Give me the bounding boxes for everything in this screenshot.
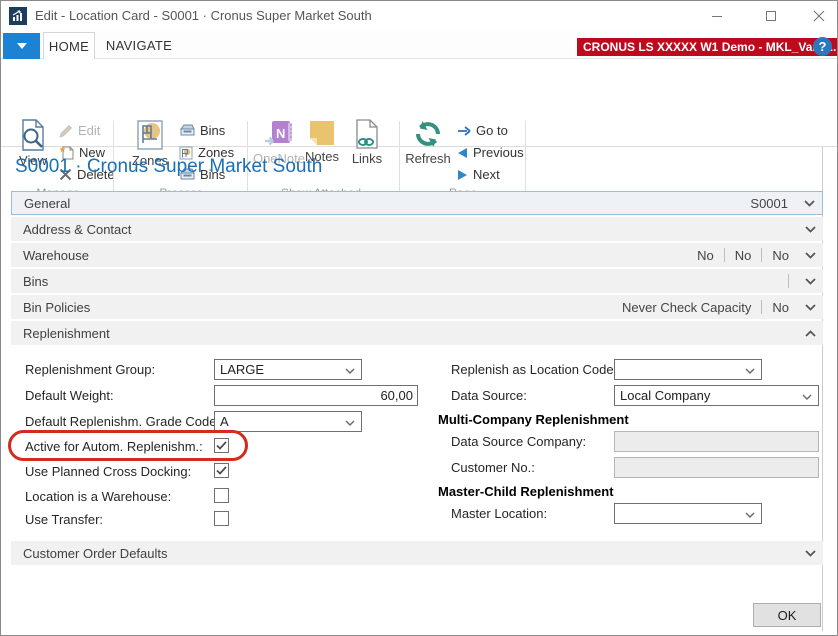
warehouse-summary-3: No — [772, 248, 789, 263]
chevron-down-icon — [805, 252, 816, 259]
active-autom-label: Active for Autom. Replenishm.: — [25, 439, 203, 454]
cross-docking-checkbox[interactable] — [214, 463, 229, 478]
checkmark-icon — [216, 441, 227, 450]
bin-icon — [179, 124, 195, 137]
master-location-select[interactable] — [614, 503, 762, 524]
summary-divider — [761, 248, 762, 262]
titlebar: Edit - Location Card - S0001 · Cronus Su… — [1, 1, 837, 31]
ribbon: View Edit New Delete Manage — [1, 59, 837, 147]
refresh-icon — [413, 119, 443, 149]
next-button[interactable]: Next — [457, 165, 500, 184]
chevron-down-icon — [805, 550, 816, 557]
chevron-down-icon — [804, 200, 815, 207]
data-source-company-label: Data Source Company: — [451, 434, 586, 449]
application-menu-button[interactable] — [3, 33, 40, 59]
use-transfer-label: Use Transfer: — [25, 512, 103, 527]
use-transfer-checkbox[interactable] — [214, 511, 229, 526]
tab-home[interactable]: HOME — [43, 32, 95, 59]
link-document-icon — [354, 119, 380, 149]
active-autom-checkbox[interactable] — [214, 438, 229, 453]
grade-code-select[interactable]: A — [214, 411, 362, 432]
summary-divider — [724, 248, 725, 262]
grade-code-label: Default Replenishm. Grade Code: — [25, 414, 220, 429]
minimize-button[interactable] — [703, 6, 731, 26]
links-button[interactable]: Links — [347, 119, 387, 166]
page-title: S0001 · Cronus Super Market South — [15, 156, 322, 178]
fasttab-replenishment[interactable]: Replenishment — [11, 321, 823, 345]
refresh-button[interactable]: Refresh — [403, 119, 453, 166]
onenote-icon: N — [264, 119, 294, 149]
fasttab-bins[interactable]: Bins — [11, 269, 823, 293]
svg-text:N: N — [276, 126, 285, 141]
dropdown-chevron-icon — [745, 368, 755, 374]
data-source-company-input — [614, 431, 819, 452]
chevron-down-icon — [805, 304, 816, 311]
bin-policies-summary-2: No — [772, 300, 789, 315]
sticky-note-icon — [308, 119, 336, 147]
data-source-label: Data Source: — [451, 388, 527, 403]
location-card-window: Edit - Location Card - S0001 · Cronus Su… — [0, 0, 838, 636]
cross-docking-label: Use Planned Cross Docking: — [25, 464, 191, 479]
default-weight-label: Default Weight: — [25, 388, 114, 403]
customer-no-input — [614, 457, 819, 478]
nav-app-icon — [9, 7, 27, 25]
fasttab-address-contact[interactable]: Address & Contact — [11, 217, 823, 241]
goto-arrow-icon — [457, 126, 471, 136]
window-title: Edit - Location Card - S0001 · Cronus Su… — [35, 8, 372, 23]
ok-button[interactable]: OK — [753, 603, 821, 627]
zones-map-icon — [135, 119, 165, 151]
maximize-button[interactable] — [757, 6, 785, 26]
master-location-label: Master Location: — [451, 506, 547, 521]
fasttab-customer-order-defaults[interactable]: Customer Order Defaults — [11, 541, 823, 565]
caret-down-icon — [17, 43, 27, 49]
data-source-select[interactable]: Local Company — [614, 385, 819, 406]
fasttab-bin-policies[interactable]: Bin Policies Never Check Capacity No — [11, 295, 823, 319]
general-summary: S0001 — [750, 196, 788, 211]
ribbon-separator — [525, 121, 526, 197]
chevron-down-icon — [805, 226, 816, 233]
replenish-as-label: Replenish as Location Code: — [451, 362, 617, 377]
fasttab-warehouse[interactable]: Warehouse No No No — [11, 243, 823, 267]
previous-triangle-icon — [457, 147, 468, 159]
summary-divider — [761, 300, 762, 314]
chevron-up-icon — [805, 330, 816, 337]
warehouse-summary-2: No — [735, 248, 752, 263]
pencil-icon — [59, 124, 73, 138]
summary-divider — [788, 274, 789, 288]
multi-company-heading: Multi-Company Replenishment — [438, 412, 629, 427]
tab-navigate[interactable]: NAVIGATE — [101, 32, 177, 59]
dropdown-chevron-icon — [802, 394, 812, 400]
default-weight-input[interactable] — [214, 385, 418, 406]
replenish-as-select[interactable] — [614, 359, 762, 380]
bin-policies-summary-1: Never Check Capacity — [622, 300, 751, 315]
ribbon-separator — [399, 121, 400, 197]
edit-button[interactable]: Edit — [59, 121, 100, 140]
dropdown-chevron-icon — [745, 512, 755, 518]
goto-button[interactable]: Go to — [457, 121, 508, 140]
is-warehouse-checkbox[interactable] — [214, 488, 229, 503]
dropdown-chevron-icon — [345, 420, 355, 426]
help-icon[interactable]: ? — [813, 37, 832, 56]
previous-button[interactable]: Previous — [457, 143, 524, 162]
fasttab-general[interactable]: General S0001 — [11, 191, 823, 215]
next-triangle-icon — [457, 169, 468, 181]
customer-no-label: Customer No.: — [451, 460, 535, 475]
close-button[interactable] — [805, 6, 833, 26]
warehouse-summary-1: No — [697, 248, 714, 263]
master-child-heading: Master-Child Replenishment — [438, 484, 614, 499]
chevron-down-icon — [805, 278, 816, 285]
bins-button-top[interactable]: Bins — [179, 121, 225, 140]
view-icon — [18, 119, 48, 151]
checkmark-icon — [216, 466, 227, 475]
dropdown-chevron-icon — [345, 368, 355, 374]
replenishment-group-label: Replenishment Group: — [25, 362, 155, 377]
replenishment-group-select[interactable]: LARGE — [214, 359, 362, 380]
is-warehouse-label: Location is a Warehouse: — [25, 489, 171, 504]
company-banner: CRONUS LS XXXXX W1 Demo - MKL_Vanill... — [577, 38, 838, 56]
